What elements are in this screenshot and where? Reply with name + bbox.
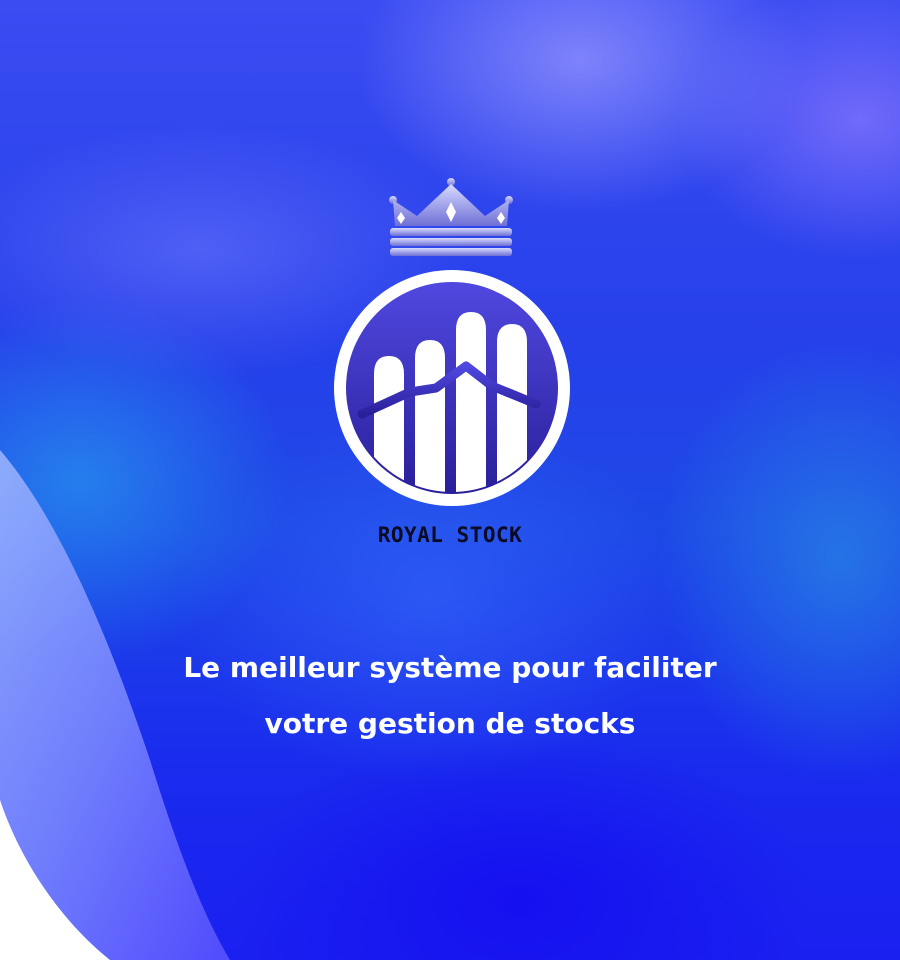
brand-logo [330, 176, 570, 506]
brand-name: ROYAL STOCK [377, 523, 523, 547]
royal-stock-logo-icon [334, 270, 570, 506]
tagline: Le meilleur système pour faciliter votre… [100, 640, 800, 752]
tagline-line-1: Le meilleur système pour faciliter [183, 651, 717, 684]
crown-icon [389, 178, 513, 256]
tagline-line-2: votre gestion de stocks [264, 707, 636, 740]
